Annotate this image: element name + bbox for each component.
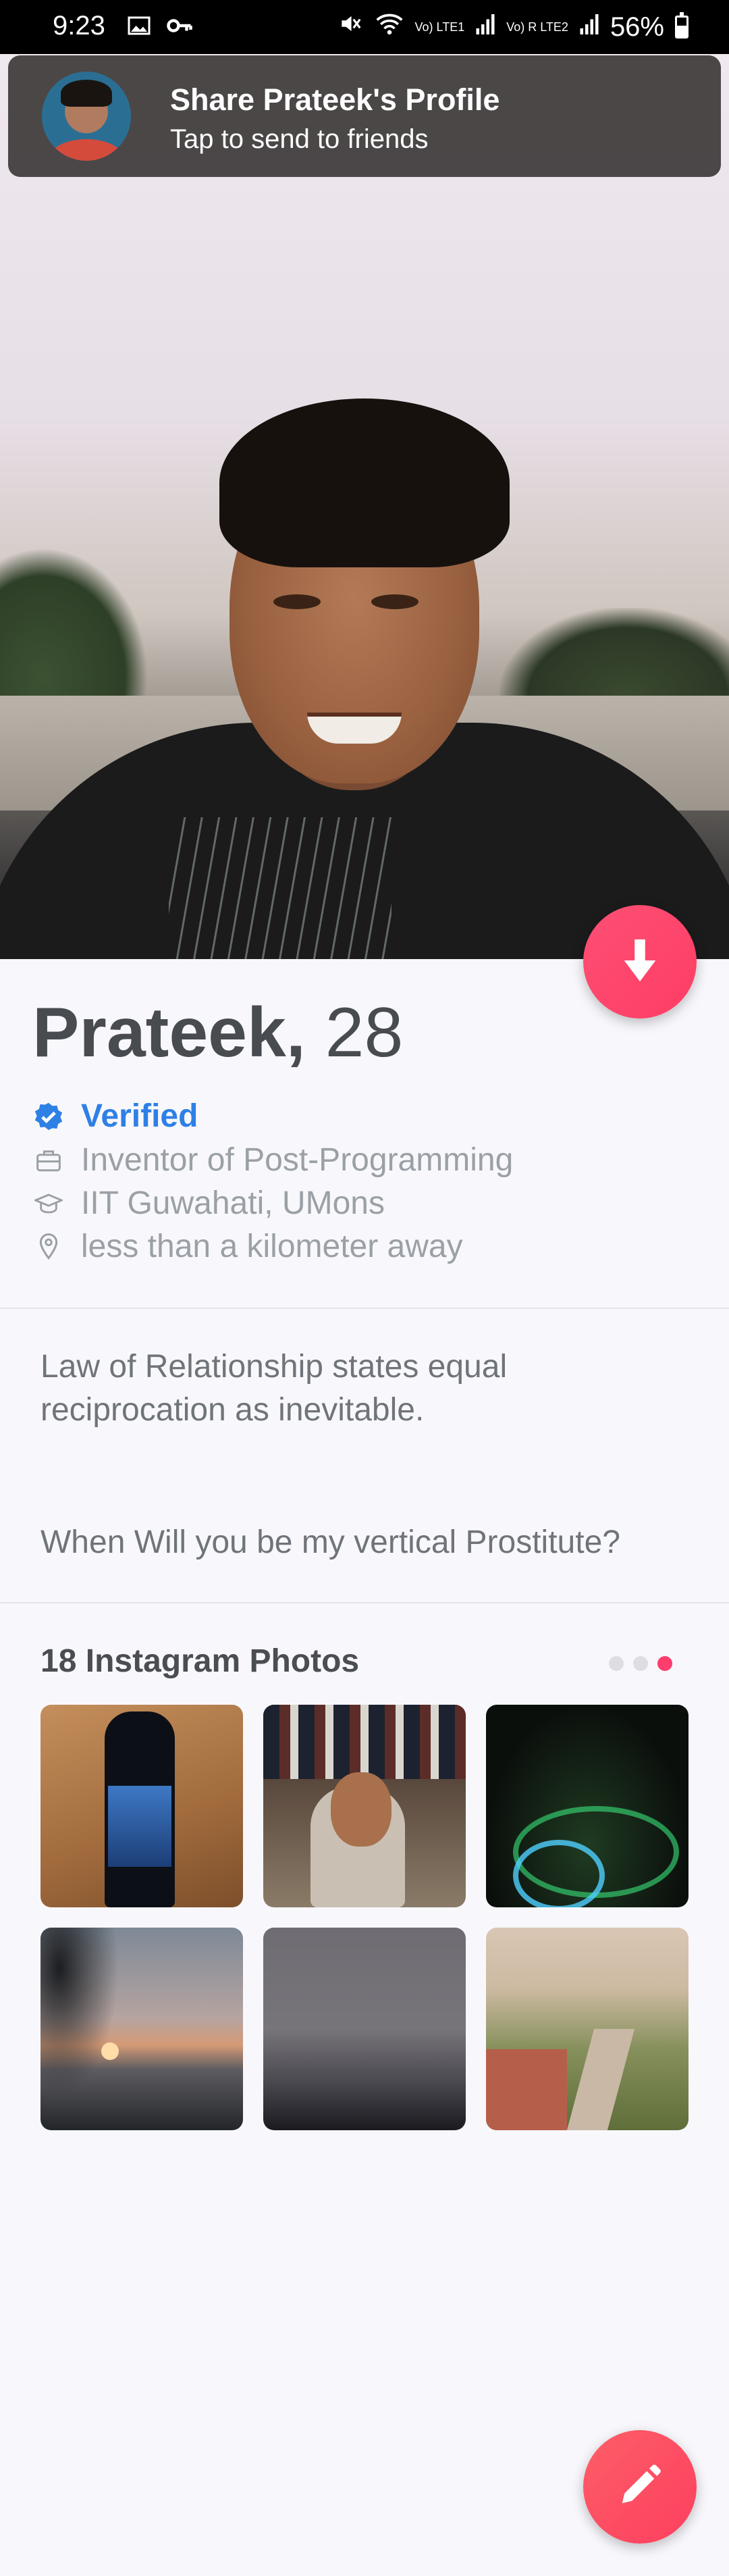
instagram-photo-1[interactable] [40, 1705, 243, 1907]
school-text: IIT Guwahati, UMons [81, 1185, 385, 1221]
school-row: IIT Guwahati, UMons [34, 1185, 385, 1222]
verified-row: Verified [34, 1098, 198, 1135]
collapse-profile-button[interactable] [583, 905, 697, 1019]
verified-label: Verified [81, 1098, 198, 1134]
share-profile-banner[interactable]: Share Prateek's Profile Tap to send to f… [8, 55, 721, 177]
job-row: Inventor of Post-Programming [34, 1141, 513, 1179]
distance-text: less than a kilometer away [81, 1229, 463, 1264]
share-banner-title: Share Prateek's Profile [170, 82, 500, 117]
instagram-photo-3[interactable] [486, 1705, 688, 1907]
verified-badge-icon [34, 1102, 63, 1131]
profile-name: Prateek, [32, 994, 306, 1072]
graduation-cap-icon [34, 1189, 63, 1218]
instagram-photo-6[interactable] [486, 1928, 688, 2130]
status-time: 9:23 [53, 11, 105, 41]
instagram-photo-4[interactable] [40, 1928, 243, 2130]
signal-1-icon [475, 12, 495, 43]
location-pin-icon [34, 1232, 63, 1262]
signal-2-icon [579, 12, 599, 43]
job-text: Inventor of Post-Programming [81, 1142, 514, 1178]
instagram-page-indicator [609, 1656, 672, 1671]
gallery-icon [127, 14, 151, 45]
share-banner-subtitle: Tap to send to friends [170, 124, 429, 154]
status-bar: 9:23 Vo) LTE1 Vo) R LTE2 56% [0, 0, 729, 54]
network-2-label: Vo) R LTE2 [506, 20, 568, 34]
page-dot[interactable] [633, 1656, 648, 1671]
page-dot-active[interactable] [657, 1656, 672, 1671]
divider [0, 1602, 729, 1603]
page-dot[interactable] [609, 1656, 624, 1671]
profile-name-age: Prateek, 28 [32, 993, 403, 1073]
profile-age: 28 [325, 994, 404, 1072]
briefcase-icon [34, 1145, 63, 1175]
arrow-down-icon [620, 937, 660, 987]
bio-text-1: Law of Relationship states equal recipro… [40, 1349, 508, 1428]
distance-row: less than a kilometer away [34, 1228, 463, 1265]
avatar [42, 72, 131, 161]
divider [0, 1308, 729, 1309]
network-1-label: Vo) LTE1 [414, 20, 465, 34]
mute-icon [337, 11, 364, 43]
pencil-icon [616, 2462, 664, 2513]
battery-icon [675, 12, 688, 38]
bio-text-2: When Will you be my vertical Prostitute? [40, 1524, 620, 1560]
instagram-photo-2[interactable] [263, 1705, 466, 1907]
profile-photo[interactable] [0, 54, 729, 959]
instagram-photo-5[interactable] [263, 1928, 466, 2130]
key-icon [166, 14, 193, 45]
battery-percent: 56% [610, 11, 664, 42]
wifi-icon [375, 11, 404, 43]
instagram-photos-title: 18 Instagram Photos [40, 1643, 360, 1679]
edit-profile-button[interactable] [583, 2430, 697, 2544]
